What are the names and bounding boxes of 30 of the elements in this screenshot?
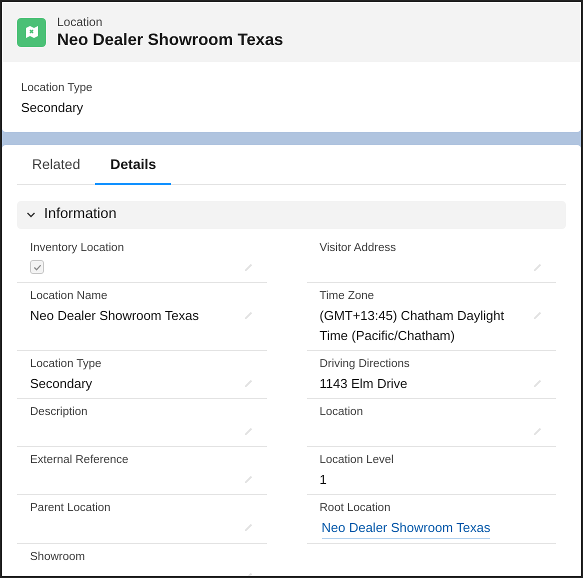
field-label: Location Level [320, 453, 395, 468]
field-value: Secondary [30, 375, 92, 393]
checkbox[interactable] [30, 260, 44, 274]
field-label: Parent Location [30, 501, 112, 516]
section-header[interactable]: Information [17, 201, 566, 229]
record-title: Neo Dealer Showroom Texas [57, 30, 284, 50]
field-value: 1143 Elm Drive [320, 375, 408, 393]
field-label: Visitor Address [320, 241, 397, 256]
location-icon [17, 18, 46, 46]
field-value: Secondary [21, 99, 84, 117]
field-link[interactable]: Neo Dealer Showroom Texas [322, 518, 490, 539]
object-type: Location [57, 14, 104, 30]
field-label: Root Location [320, 501, 392, 516]
check-icon [32, 262, 42, 272]
field-label: Location Name [30, 289, 108, 304]
field-label: Driving Directions [320, 357, 411, 372]
field-value: 1 [320, 471, 327, 489]
field-label: Location [320, 405, 364, 420]
field-value: Neo Dealer Showroom Texas [30, 307, 199, 325]
tab[interactable]: Related [17, 145, 96, 185]
field-label: Time Zone [320, 289, 376, 304]
field-label: External Reference [30, 453, 130, 468]
field-label: Location Type [21, 81, 92, 96]
chevron-icon [26, 210, 36, 220]
field-label: Description [30, 405, 89, 420]
field-label: Location Type [30, 357, 102, 372]
field-label: Inventory Location [30, 241, 125, 256]
field-value: (GMT+13:45) Chatham Daylight Time (Pacific/Chatham) [320, 307, 506, 345]
tab[interactable]: Details [95, 145, 172, 185]
field-label: Showroom [30, 550, 86, 565]
